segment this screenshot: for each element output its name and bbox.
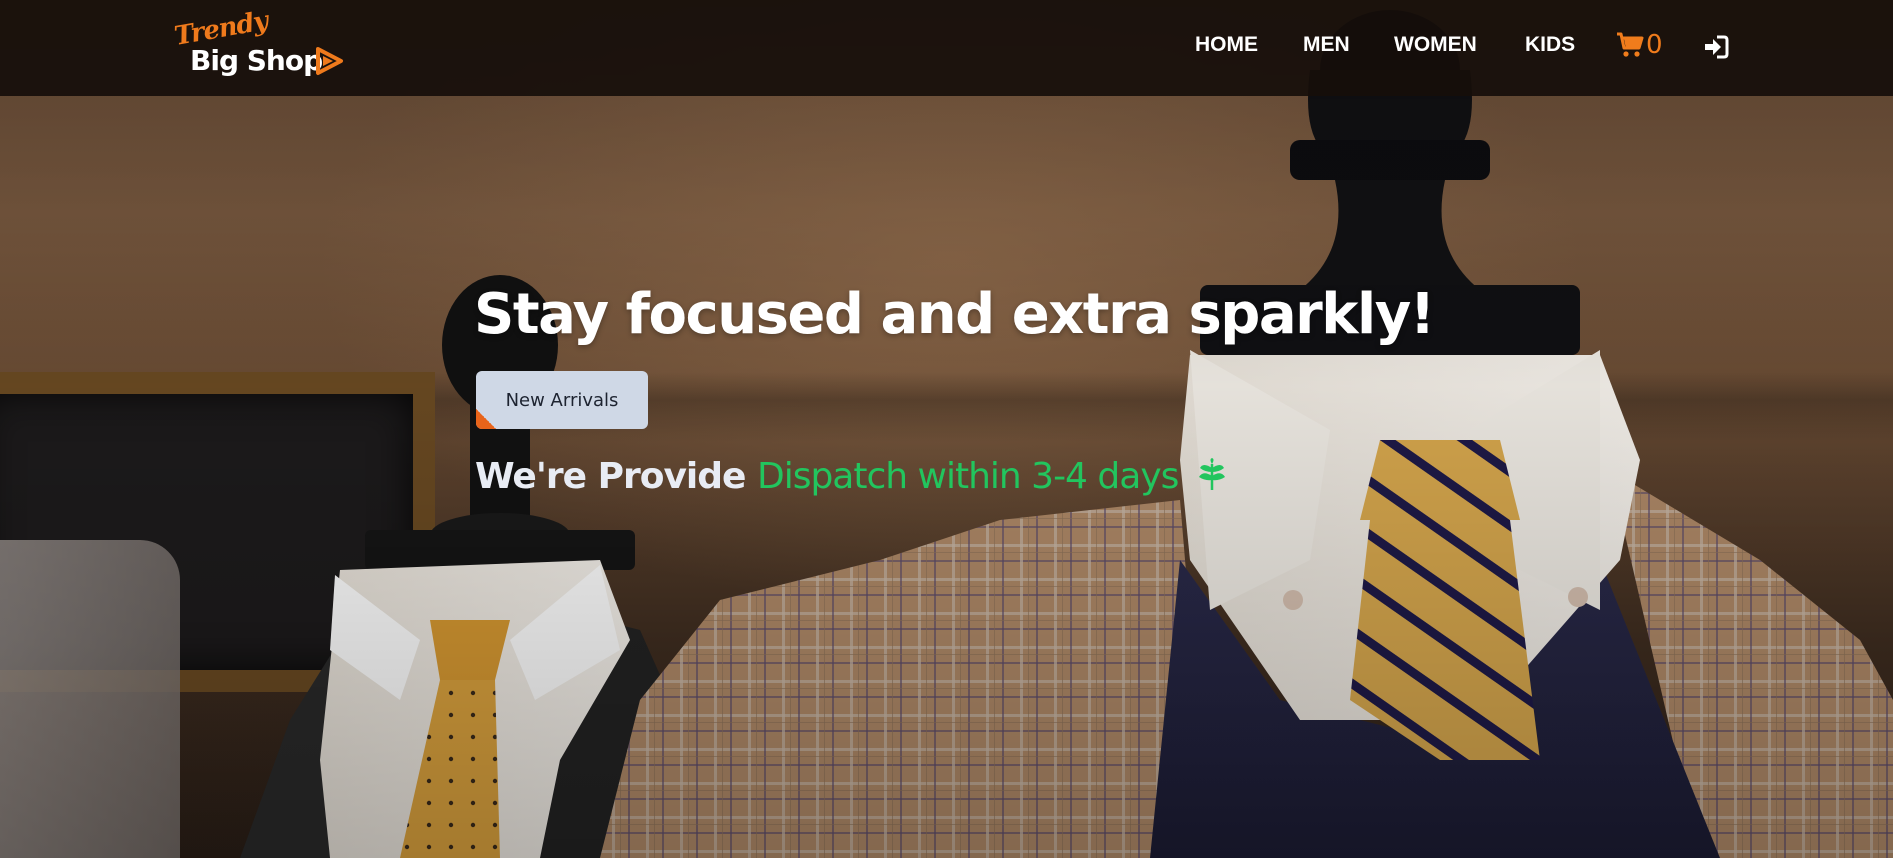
- cart-icon: [1617, 32, 1644, 57]
- hero-tagline: We're Provide Dispatch within 3-4 days: [475, 456, 1229, 497]
- nav-women[interactable]: WOMEN: [1394, 33, 1477, 57]
- cart-button[interactable]: 0: [1616, 30, 1663, 60]
- hero-background: [0, 0, 1893, 858]
- nav-men[interactable]: MEN: [1303, 33, 1350, 57]
- sign-in-icon: [1705, 35, 1729, 59]
- cart-count: 0: [1646, 30, 1663, 60]
- play-triangle-icon: [316, 47, 343, 75]
- login-button[interactable]: [1703, 34, 1729, 60]
- button-corner-accent: [476, 409, 496, 429]
- nav-home[interactable]: HOME: [1195, 33, 1258, 57]
- top-navbar: Trendy Big Shop HOME MEN WOMEN KIDS 0: [0, 0, 1893, 96]
- hero-headline: Stay focused and extra sparkly!: [474, 282, 1435, 347]
- hero-overlay: [0, 0, 1893, 858]
- brand-logo[interactable]: Trendy Big Shop: [172, 6, 344, 80]
- nav-kids[interactable]: KIDS: [1525, 33, 1575, 57]
- new-arrivals-button[interactable]: New Arrivals: [476, 371, 648, 429]
- leaf-icon: [1198, 458, 1225, 490]
- tagline-highlight: Dispatch within 3-4 days: [756, 456, 1179, 497]
- tagline-lead: We're Provide: [475, 456, 757, 497]
- new-arrivals-label: New Arrivals: [505, 389, 619, 411]
- brand-name: Big Shop: [190, 44, 323, 77]
